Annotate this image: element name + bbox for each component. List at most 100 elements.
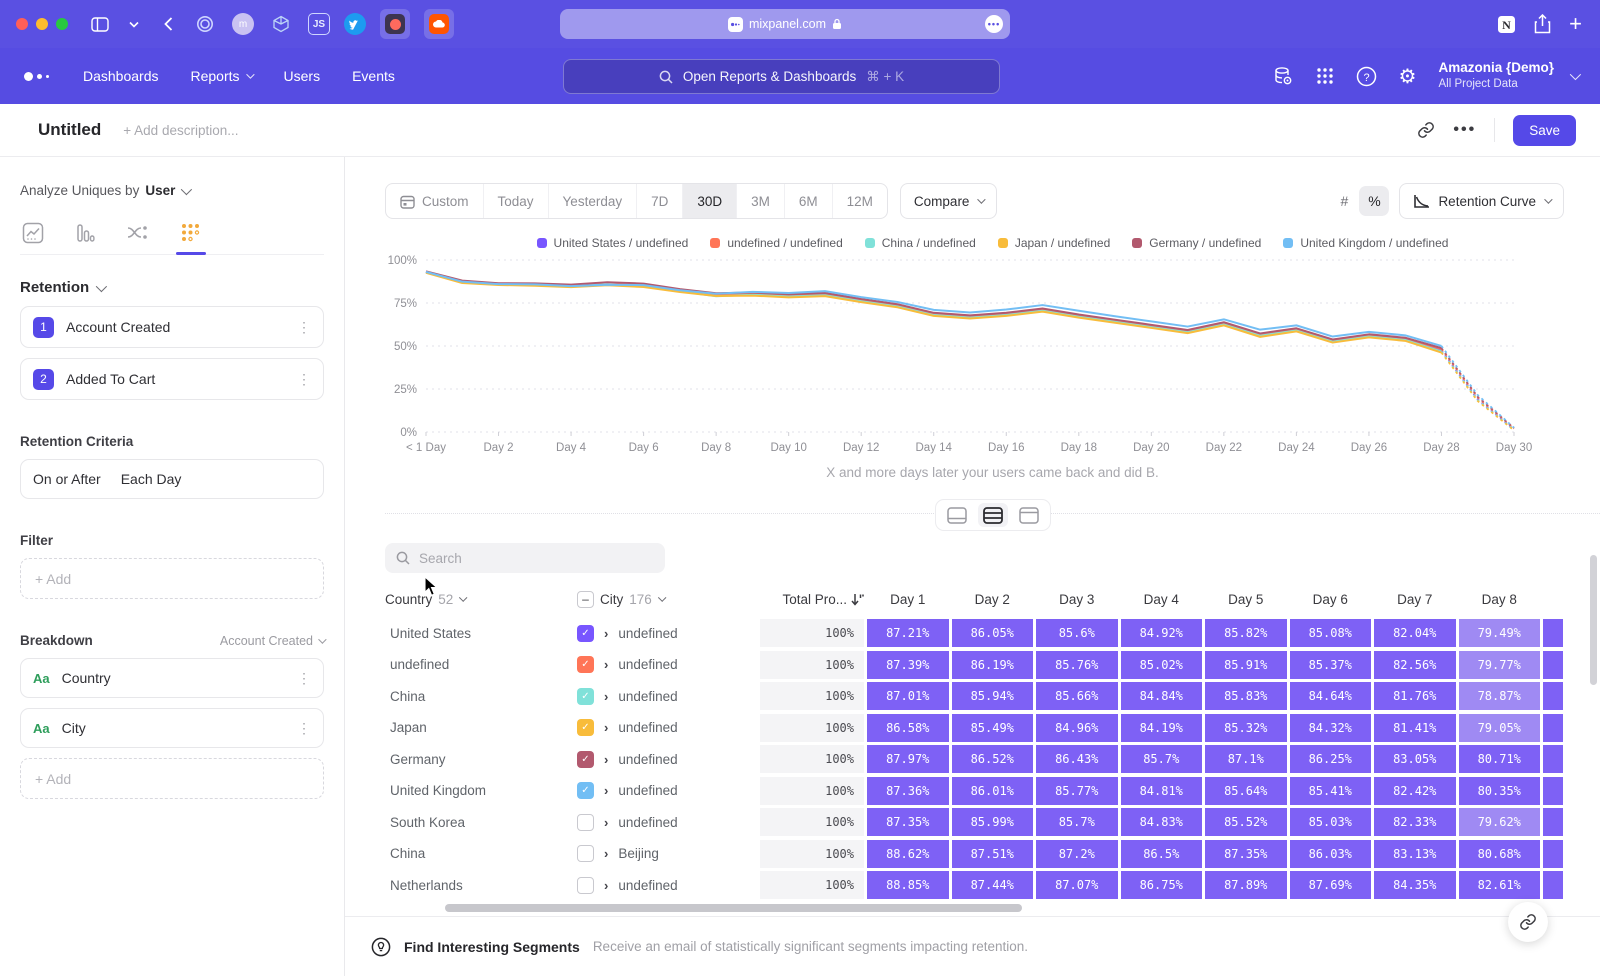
breakdown-scope[interactable]: Account Created [220, 634, 324, 648]
expand-icon[interactable]: › [604, 815, 608, 830]
row-checkbox[interactable]: ✓ [577, 656, 594, 673]
retention-cell[interactable]: 79.05% [1459, 714, 1541, 742]
retention-cell[interactable]: 87.2% [1036, 840, 1118, 868]
table-view-icon[interactable] [1014, 503, 1044, 527]
range-3m[interactable]: 3M [737, 184, 785, 218]
table-row[interactable]: Japan✓›undefined100%86.58%85.49%84.96%84… [385, 714, 1563, 742]
url-bar[interactable]: mixpanel.com ••• [560, 9, 1010, 39]
notion-icon[interactable]: N [1497, 15, 1516, 34]
retention-cell[interactable]: 80.71% [1459, 745, 1541, 773]
new-tab-icon[interactable]: + [1569, 11, 1582, 37]
retention-cell[interactable]: 84.92% [1121, 619, 1203, 647]
retention-cell[interactable]: 87.1% [1205, 745, 1287, 773]
retention-cell[interactable]: 83.05% [1374, 745, 1456, 773]
retention-cell[interactable]: 87.89% [1205, 871, 1287, 899]
save-button[interactable]: Save [1513, 115, 1576, 146]
traffic-lights[interactable] [16, 18, 68, 30]
retention-cell[interactable]: 84.84% [1121, 682, 1203, 710]
range-6m[interactable]: 6M [785, 184, 833, 218]
retention-cell[interactable]: 85.41% [1290, 777, 1372, 805]
table-row[interactable]: Netherlands›undefined100%88.85%87.44%87.… [385, 871, 1563, 899]
retention-cell[interactable]: 87.51% [952, 840, 1034, 868]
tab-insights[interactable] [20, 216, 46, 254]
range-30d[interactable]: 30D [683, 184, 737, 218]
retention-cell[interactable]: 82.61% [1459, 871, 1541, 899]
row-checkbox[interactable]: ✓ [577, 719, 594, 736]
breakdown-card[interactable]: AaCountry⋮ [20, 658, 324, 698]
retention-cell[interactable]: 84.81% [1121, 777, 1203, 805]
page-title[interactable]: Untitled [38, 120, 101, 140]
criteria-card[interactable]: On or After Each Day [20, 459, 324, 499]
retention-cell[interactable]: 86.75% [1121, 871, 1203, 899]
range-custom[interactable]: Custom [386, 184, 484, 218]
retention-cell[interactable]: 86.52% [952, 745, 1034, 773]
retention-cell[interactable]: 86.05% [952, 619, 1034, 647]
cube-icon[interactable] [268, 11, 294, 37]
js-icon[interactable]: JS [308, 13, 330, 35]
back-icon[interactable] [158, 14, 178, 34]
retention-cell[interactable] [1543, 745, 1563, 773]
chevron-down-icon[interactable] [124, 14, 144, 34]
retention-section-label[interactable]: Retention [20, 279, 89, 296]
range-yesterday[interactable]: Yesterday [549, 184, 638, 218]
add-description[interactable]: + Add description... [123, 123, 238, 138]
retention-cell[interactable]: 80.35% [1459, 777, 1541, 805]
retention-cell[interactable]: 84.19% [1121, 714, 1203, 742]
event-card[interactable]: 1Account Created⋮ [20, 306, 324, 348]
day-column-header[interactable]: Day 6 [1290, 592, 1372, 607]
apps-grid-icon[interactable] [1316, 67, 1334, 85]
row-checkbox[interactable]: ✓ [577, 688, 594, 705]
retention-cell[interactable] [1543, 777, 1563, 805]
retention-cell[interactable]: 87.44% [952, 871, 1034, 899]
table-row[interactable]: South Korea›undefined100%87.35%85.99%85.… [385, 808, 1563, 836]
total-column-header[interactable]: Total Pro... [760, 592, 864, 607]
retention-cell[interactable]: 85.08% [1290, 619, 1372, 647]
retention-cell[interactable]: 85.37% [1290, 651, 1372, 679]
global-search[interactable]: Open Reports & Dashboards ⌘ + K [563, 59, 1000, 94]
retention-cell[interactable]: 86.58% [867, 714, 949, 742]
tab-funnels[interactable] [72, 216, 98, 254]
close-window-icon[interactable] [16, 18, 28, 30]
retention-cell[interactable]: 86.03% [1290, 840, 1372, 868]
legend-item[interactable]: Germany / undefined [1132, 236, 1261, 250]
criteria-operator[interactable]: On or After [33, 471, 101, 487]
retention-cell[interactable]: 85.76% [1036, 651, 1118, 679]
percent-toggle-button[interactable]: % [1359, 186, 1389, 216]
retention-cell[interactable]: 84.35% [1374, 871, 1456, 899]
day-column-header[interactable]: Day 4 [1121, 592, 1203, 607]
expand-icon[interactable]: › [604, 783, 608, 798]
row-checkbox[interactable] [577, 845, 594, 862]
share-link-fab[interactable] [1508, 902, 1548, 942]
retention-cell[interactable]: 82.56% [1374, 651, 1456, 679]
expand-icon[interactable]: › [604, 878, 608, 893]
table-row[interactable]: China›Beijing100%88.62%87.51%87.2%86.5%8… [385, 840, 1563, 868]
retention-cell[interactable] [1543, 714, 1563, 742]
table-row[interactable]: undefined✓›undefined100%87.39%86.19%85.7… [385, 651, 1563, 679]
select-all-checkbox[interactable]: – [577, 591, 594, 608]
range-7d[interactable]: 7D [637, 184, 683, 218]
day-column-header[interactable]: Day 2 [952, 592, 1034, 607]
retention-cell[interactable]: 85.82% [1205, 619, 1287, 647]
country-column-header[interactable]: Country52 [385, 592, 574, 607]
link-icon[interactable] [1417, 121, 1435, 139]
legend-item[interactable]: undefined / undefined [710, 236, 842, 250]
retention-cell[interactable]: 78.87% [1459, 682, 1541, 710]
retention-cell[interactable]: 87.07% [1036, 871, 1118, 899]
number-toggle-button[interactable]: # [1329, 186, 1359, 216]
more-icon[interactable]: ⋮ [297, 720, 311, 737]
nav-item-reports[interactable]: Reports [191, 68, 252, 84]
retention-cell[interactable]: 88.62% [867, 840, 949, 868]
retention-cell[interactable]: 88.85% [867, 871, 949, 899]
retention-cell[interactable]: 87.69% [1290, 871, 1372, 899]
retention-cell[interactable]: 85.52% [1205, 808, 1287, 836]
avatar-m-icon[interactable]: m [232, 13, 254, 35]
zoom-window-icon[interactable] [56, 18, 68, 30]
retention-cell[interactable]: 84.96% [1036, 714, 1118, 742]
ring-icon[interactable] [192, 11, 218, 37]
retention-cell[interactable]: 86.5% [1121, 840, 1203, 868]
row-checkbox[interactable]: ✓ [577, 782, 594, 799]
retention-cell[interactable]: 85.77% [1036, 777, 1118, 805]
table-row[interactable]: United Kingdom✓›undefined100%87.36%86.01… [385, 777, 1563, 805]
retention-cell[interactable]: 87.39% [867, 651, 949, 679]
retention-cell[interactable]: 85.03% [1290, 808, 1372, 836]
